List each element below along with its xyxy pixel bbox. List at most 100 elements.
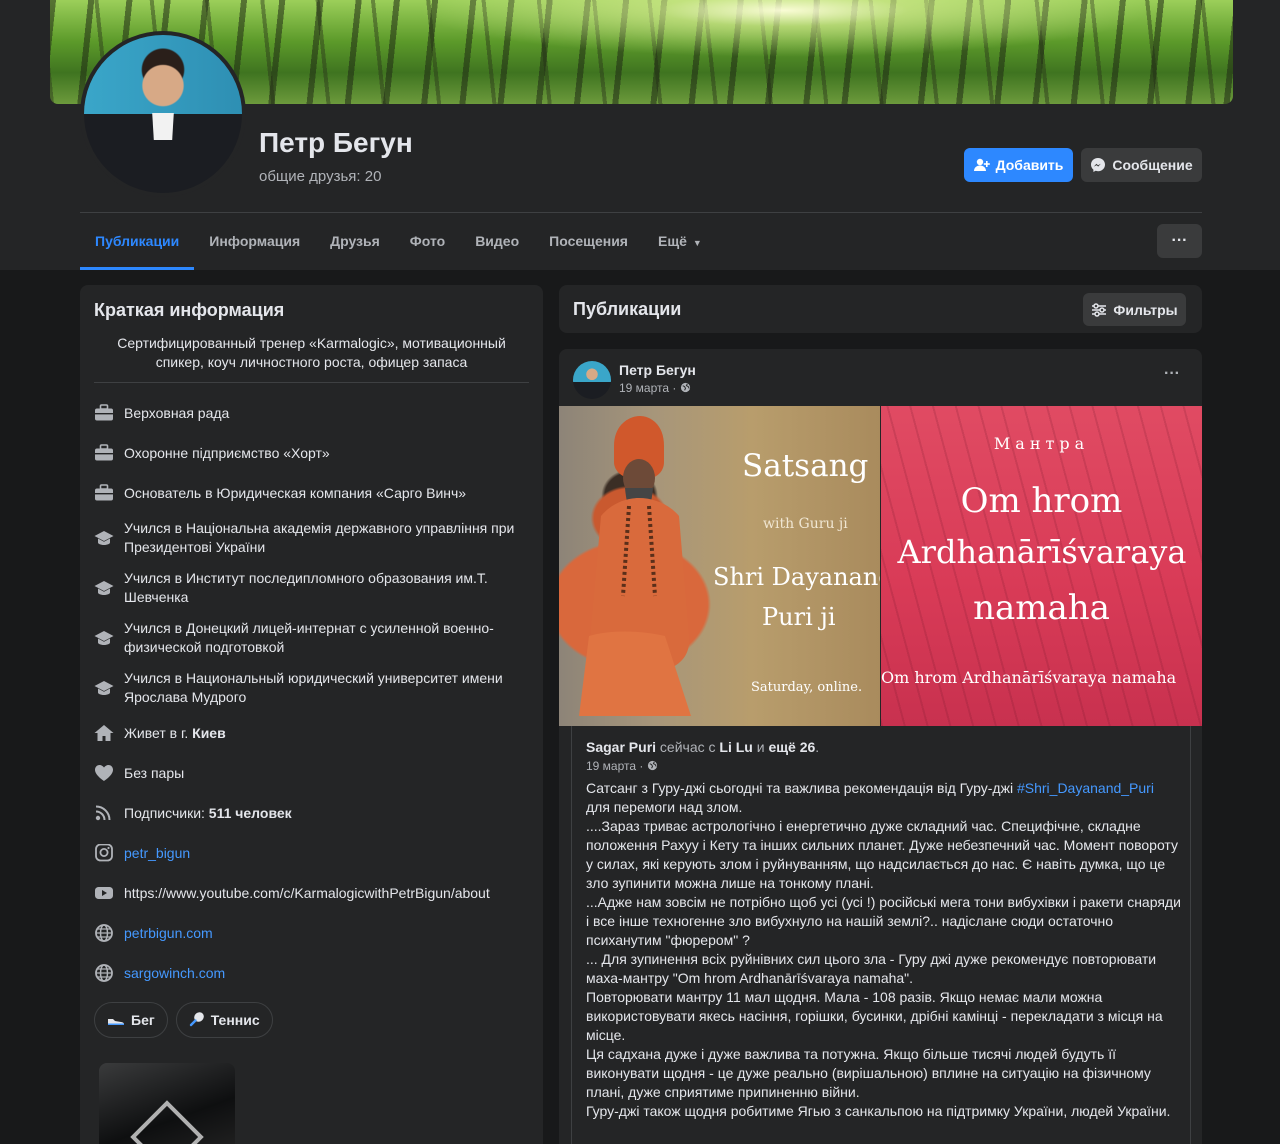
profile-tabs: Публикации Информация Друзья Фото Видео … — [80, 213, 717, 270]
graduation-cap-icon — [94, 578, 114, 598]
post-image-mantra[interactable]: Мантра Om hrom Ardhanārīśvaraya namaha O… — [881, 406, 1202, 726]
avatar[interactable] — [573, 361, 611, 399]
briefcase-icon — [94, 403, 114, 423]
globe-icon — [94, 963, 114, 983]
image-name: Shri Dayanand — [713, 563, 880, 591]
tab-label: Публикации — [95, 233, 180, 249]
list-item: sargowinch.com — [94, 953, 534, 993]
tab-friends[interactable]: Друзья — [315, 213, 395, 270]
image-name: Puri ji — [762, 603, 836, 631]
guru-figure — [579, 416, 691, 716]
mutual-friends[interactable]: общие друзья: 20 — [259, 168, 381, 185]
tab-posts[interactable]: Публикации — [80, 213, 195, 270]
image-title: Satsang — [742, 448, 869, 484]
status-text: сейчас с — [656, 739, 720, 755]
tab-videos[interactable]: Видео — [460, 213, 534, 270]
info-text: Живет в г. Киев — [124, 724, 226, 743]
list-item: Охоронне підприємство «Хорт» — [94, 433, 534, 473]
intro-list: Верховная рада Охоронне підприємство «Хо… — [94, 393, 534, 993]
filters-button[interactable]: Фильтры — [1083, 293, 1186, 326]
info-text[interactable]: Учился в Донецкий лицей-интернат с усиле… — [124, 619, 534, 657]
info-text: Без пары — [124, 764, 185, 781]
home-icon — [94, 723, 114, 743]
list-item: Учился в Институт последипломного образо… — [94, 563, 534, 613]
image-subtitle: with Guru ji — [763, 516, 848, 532]
followers-count[interactable]: 511 человек — [209, 805, 292, 821]
globe-icon — [647, 759, 658, 773]
instagram-link[interactable]: petr_bigun — [124, 844, 190, 863]
info-prefix: Живет в г. — [124, 724, 193, 741]
post-paragraph: Гуру-джі також щодня робитиме Ягью з сан… — [586, 1103, 1171, 1119]
profile-avatar[interactable] — [80, 31, 246, 197]
tab-check-ins[interactable]: Посещения — [534, 213, 643, 270]
post-date: 19 марта · — [619, 381, 691, 395]
hobbies-list: Бег Теннис — [94, 1002, 273, 1038]
post-paragraph: ....Зараз триває астрологічно і енергети… — [586, 818, 1178, 891]
list-item: Живет в г. Киев — [94, 713, 534, 753]
bio-divider — [94, 382, 529, 383]
briefcase-icon — [94, 443, 114, 463]
tab-label: Ещё — [657, 233, 687, 249]
more-options-button[interactable]: ··· — [1157, 224, 1202, 258]
graduation-cap-icon — [94, 678, 114, 698]
youtube-link[interactable]: https://www.youtube.com/c/Karmalogicwith… — [124, 884, 490, 903]
list-item: Основатель в Юридическая компания «Сарго… — [94, 473, 534, 513]
intro-card: Краткая информация Сертифицированный тре… — [80, 285, 543, 1144]
message-label: Сообщение — [1112, 157, 1193, 173]
tab-about[interactable]: Информация — [194, 213, 315, 270]
post-paragraph: Сатсанг з Гуру-джі сьогодні та важлива р… — [586, 779, 1186, 817]
tagged-others[interactable]: ещё 26 — [768, 739, 815, 755]
website-link[interactable]: petrbigun.com — [124, 924, 213, 943]
website-link[interactable]: sargowinch.com — [124, 964, 225, 983]
info-text[interactable]: Учился в Национальный юридический универ… — [124, 669, 534, 707]
messenger-icon — [1091, 158, 1106, 172]
list-item: Подписчики: 511 человек — [94, 793, 534, 833]
ellipsis-icon: ··· — [1164, 365, 1180, 382]
message-button[interactable]: Сообщение — [1081, 148, 1202, 182]
caret-down-icon: ▼ — [692, 238, 702, 248]
list-item: petr_bigun — [94, 833, 534, 873]
shared-timestamp[interactable]: 19 марта · — [586, 759, 643, 773]
globe-icon — [94, 923, 114, 943]
list-item: Учился в Национальный юридический универ… — [94, 663, 534, 713]
info-text[interactable]: Охоронне підприємство «Хорт» — [124, 444, 330, 463]
hobby-chip[interactable]: Бег — [94, 1002, 168, 1038]
featured-photo[interactable] — [99, 1063, 235, 1144]
post-timestamp[interactable]: 19 марта · — [619, 381, 676, 395]
briefcase-icon — [94, 483, 114, 503]
intro-title: Краткая информация — [94, 300, 285, 320]
mantra-line: Ardhanārīśvaraya — [897, 533, 1187, 571]
filter-sliders-icon — [1092, 302, 1107, 317]
post-paragraph: ...Адже нам зовсім не потрібно щоб усі (… — [586, 894, 1181, 948]
info-text[interactable]: Учился в Институт последипломного образо… — [124, 569, 534, 607]
hobby-chip[interactable]: Теннис — [175, 1002, 273, 1038]
text-span: для перемоги над злом. — [586, 799, 743, 815]
shared-author[interactable]: Sagar Puri — [586, 739, 656, 755]
posts-title: Публикации — [573, 299, 682, 319]
add-friend-button[interactable]: Добавить — [964, 148, 1073, 182]
posts-header: Публикации Фильтры — [559, 285, 1202, 333]
post-options-button[interactable]: ··· — [1164, 365, 1180, 383]
rss-icon — [94, 803, 114, 823]
post-image-satsang[interactable]: Satsang with Guru ji Shri Dayanand Puri … — [559, 406, 880, 726]
post-author[interactable]: Петр Бегун — [619, 362, 696, 378]
ellipsis-icon: ··· — [1171, 232, 1188, 249]
youtube-icon — [94, 883, 114, 903]
tab-label: Фото — [409, 233, 446, 249]
tab-photos[interactable]: Фото — [395, 213, 460, 270]
tagged-person[interactable]: Li Lu — [719, 739, 752, 755]
shared-author-line: Sagar Puri сейчас с Li Lu и ещё 26. — [586, 739, 819, 755]
add-friend-label: Добавить — [995, 157, 1064, 173]
tab-more[interactable]: Ещё ▼ — [643, 213, 717, 270]
hashtag-link[interactable]: #Shri_Dayanand_Puri — [1017, 780, 1154, 796]
info-text[interactable]: Основатель в Юридическая компания «Сарго… — [124, 484, 466, 503]
info-text[interactable]: Учился в Національна академія державного… — [124, 519, 534, 557]
city-link[interactable]: Киев — [192, 725, 226, 741]
text-span: Сатсанг з Гуру-джі сьогодні та важлива р… — [586, 780, 1017, 796]
graduation-cap-icon — [94, 528, 114, 548]
tab-label: Видео — [475, 233, 520, 249]
info-text[interactable]: Верховная рада — [124, 404, 229, 423]
shared-post: Sagar Puri сейчас с Li Lu и ещё 26. 19 м… — [571, 726, 1191, 1144]
image-footer: Om hrom Ardhanārīśvaraya namaha — [881, 668, 1177, 687]
shared-date: 19 марта · — [586, 759, 658, 773]
